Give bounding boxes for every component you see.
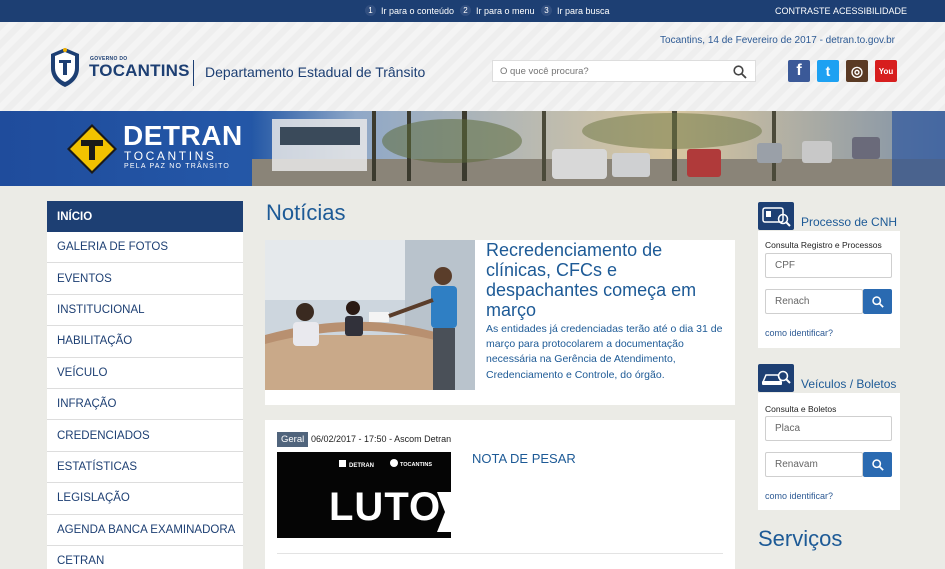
skip-label: Ir para o conteúdo — [381, 5, 455, 16]
search-icon — [871, 458, 884, 471]
featured-news-card[interactable]: Recredenciamento de clínicas, CFCs e des… — [265, 240, 735, 405]
instagram-icon[interactable]: ◎ — [846, 60, 868, 82]
sidebar-item-cetran[interactable]: CETRAN — [47, 545, 243, 569]
header-divider — [193, 60, 194, 86]
sidebar-item-infracao[interactable]: INFRAÇÃO — [47, 388, 243, 421]
sidebar-item-credenciados[interactable]: CREDENCIADOS — [47, 420, 243, 452]
veiculos-widget-title: Veículos / Boletos — [801, 377, 897, 391]
placa-input[interactable]: Placa — [765, 416, 892, 441]
search-input[interactable] — [493, 61, 723, 82]
news-meta: 06/02/2017 - 17:50 - Ascom Detran — [311, 434, 452, 444]
news-image[interactable]: DETRAN TOCANTINS LUTO — [277, 452, 451, 538]
cnh-widget-header: Processo de CNH — [758, 202, 897, 230]
accessibility-link[interactable]: ACESSIBILIDADE — [833, 6, 907, 16]
image-logo-detran: DETRAN — [349, 463, 374, 469]
cpf-input[interactable]: CPF — [765, 253, 892, 278]
skip-to-content-link[interactable]: 1 Ir para o conteúdo — [365, 5, 454, 16]
detran-banner: DETRAN TOCANTINS PELA PAZ NO TRÂNSITO — [0, 111, 945, 186]
contrast-link[interactable]: CONTRASTE — [775, 6, 831, 16]
search-icon[interactable] — [733, 65, 747, 79]
street-photo-image — [252, 111, 945, 186]
veiculos-widget-header: Veículos / Boletos — [758, 364, 896, 392]
skip-to-search-link[interactable]: 3 Ir para busca — [541, 5, 610, 16]
top-accessibility-bar: 1 Ir para o conteúdo 2 Ir para o menu 3 … — [0, 0, 945, 22]
sidebar-item-estatisticas[interactable]: ESTATÍSTICAS — [47, 451, 243, 484]
page-title: Notícias — [266, 200, 346, 225]
veiculos-widget-label: Consulta e Boletos — [765, 404, 837, 414]
sidebar-item-galeria-de-fotos[interactable]: GALERIA DE FOTOS — [47, 232, 243, 264]
sidebar-menu: INÍCIO GALERIA DE FOTOS EVENTOS INSTITUC… — [47, 201, 243, 569]
government-name[interactable]: TOCANTINS — [89, 61, 190, 81]
search-box — [492, 60, 756, 82]
featured-news-image[interactable] — [265, 240, 475, 390]
facebook-icon[interactable]: f — [788, 60, 810, 82]
skip-number-badge: 3 — [541, 5, 552, 16]
sidebar-item-inicio[interactable]: INÍCIO — [47, 201, 243, 232]
veiculos-widget: Consulta e Boletos Placa Renavam como id… — [758, 393, 900, 510]
luto-image-graphic: DETRAN TOCANTINS LUTO — [277, 452, 451, 538]
cnh-search-button[interactable] — [863, 289, 892, 314]
car-search-icon — [758, 364, 794, 392]
site-header: GOVERNO DO TOCANTINS Departamento Estadu… — [0, 22, 945, 111]
detran-t-logo-icon[interactable] — [66, 123, 118, 175]
youtube-icon[interactable]: You — [875, 60, 897, 82]
servicos-heading: Serviços — [758, 526, 843, 551]
cnh-widget-title: Processo de CNH — [801, 215, 898, 229]
banner-tagline: PELA PAZ NO TRÂNSITO — [124, 163, 231, 170]
image-logo-tocantins: TOCANTINS — [400, 462, 432, 468]
sidebar-item-institucional[interactable]: INSTITUCIONAL — [47, 294, 243, 327]
featured-news-title[interactable]: Recredenciamento de clínicas, CFCs e des… — [486, 240, 726, 320]
news-divider — [277, 553, 723, 554]
news-title[interactable]: NOTA DE PESAR — [472, 451, 576, 466]
cnh-how-to-identify-link[interactable]: como identificar? — [765, 328, 833, 338]
skip-label: Ir para o menu — [476, 5, 535, 16]
cnh-widget: Consulta Registro e Processos CPF Renach… — [758, 231, 900, 348]
luto-text: LUTO — [329, 485, 441, 529]
renavam-input[interactable]: Renavam — [765, 452, 863, 477]
state-crest-icon[interactable] — [48, 46, 82, 88]
twitter-icon[interactable]: t — [817, 60, 839, 82]
sidebar-item-habilitacao[interactable]: HABILITAÇÃO — [47, 326, 243, 358]
cnh-widget-label: Consulta Registro e Processos — [765, 240, 882, 250]
veiculos-how-to-identify-link[interactable]: como identificar? — [765, 491, 833, 501]
sidebar-item-legislacao[interactable]: LEGISLAÇÃO — [47, 483, 243, 515]
renach-input[interactable]: Renach — [765, 289, 863, 314]
skip-number-badge: 2 — [460, 5, 471, 16]
skip-to-menu-link[interactable]: 2 Ir para o menu — [460, 5, 535, 16]
veiculos-search-button[interactable] — [863, 452, 892, 477]
sidebar-item-agenda-banca[interactable]: AGENDA BANCA EXAMINADORA — [47, 514, 243, 546]
sidebar-item-eventos[interactable]: EVENTOS — [47, 263, 243, 295]
featured-news-summary: As entidades já credenciadas terão até o… — [486, 323, 723, 381]
banner-subtitle: TOCANTINS — [124, 149, 217, 163]
news-card[interactable]: Geral 06/02/2017 - 17:50 - Ascom Detran … — [265, 420, 735, 569]
sidebar-item-veiculo[interactable]: VEÍCULO — [47, 357, 243, 389]
search-icon — [871, 295, 884, 308]
category-badge[interactable]: Geral — [277, 432, 309, 447]
skip-label: Ir para busca — [557, 5, 610, 16]
skip-number-badge: 1 — [365, 5, 376, 16]
department-name[interactable]: Departamento Estadual de Trânsito — [205, 64, 425, 80]
banner-title: DETRAN — [123, 120, 243, 151]
date-and-domain: Tocantins, 14 de Fevereiro de 2017 - det… — [660, 35, 895, 46]
cnh-card-icon — [758, 202, 794, 230]
